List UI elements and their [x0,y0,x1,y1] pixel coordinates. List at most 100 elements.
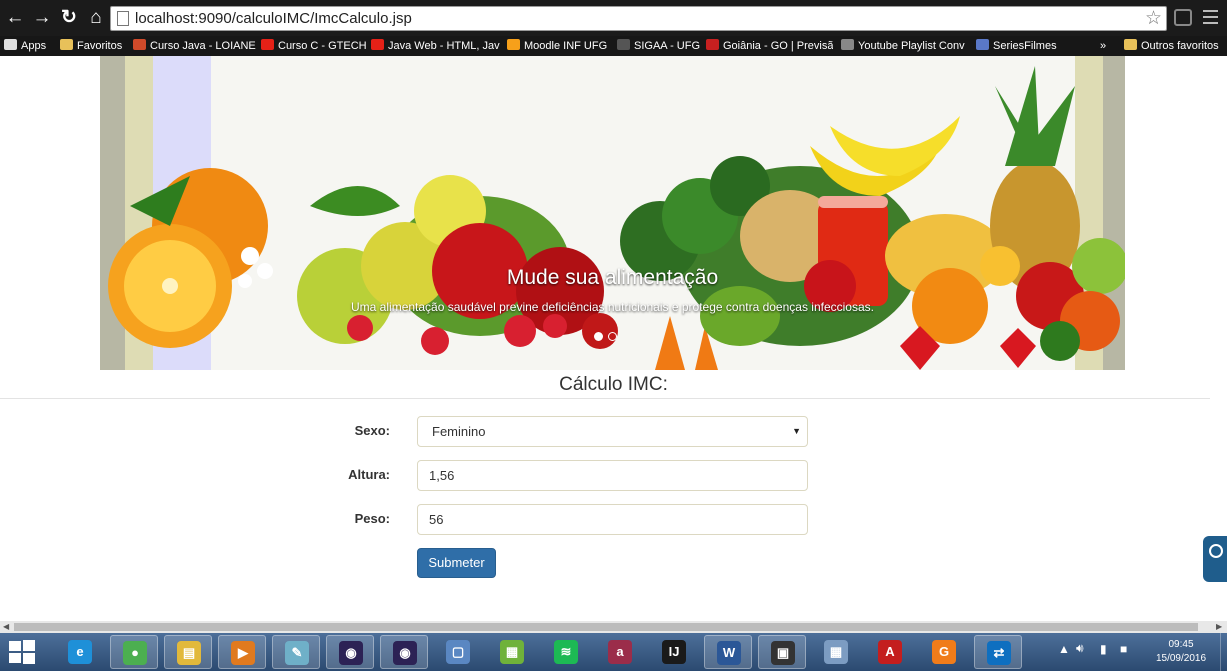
bookmark-item[interactable]: Apps [4,36,46,56]
bookmark-item[interactable]: Favoritos [60,36,122,56]
music-icon [841,39,854,50]
virtualbox-icon: ▢ [446,640,470,664]
bookmark-item[interactable]: » [1100,36,1106,56]
browser-toolbar: ← → ↻ ⌂ localhost:9090/calculoIMC/ImcCal… [0,0,1227,36]
media-player-icon: ▶ [231,641,255,665]
bookmark-label: Favoritos [77,40,123,52]
extension-icon[interactable] [1174,9,1192,26]
clock-date: 15/09/2016 [1155,653,1207,664]
taskbar-app-media-player[interactable]: ▶ [218,635,266,669]
chevron-down-icon: ▼ [792,426,801,436]
fruits-vegetables-image [108,66,1125,370]
acrobat-icon: A [878,640,902,664]
taskbar-app-spotify[interactable]: ≋ [542,635,590,669]
back-arrow-icon[interactable]: ← [3,6,27,30]
bookmark-item[interactable]: Goiânia - GO | Previsã [706,36,833,56]
clock[interactable]: 09:45 15/09/2016 [1146,638,1216,666]
page-icon [117,11,129,26]
apps-grid-icon [4,39,17,50]
taskbar-app-calculator[interactable]: ▦ [812,635,860,669]
taskbar-app-foxit-pdf[interactable]: G [920,635,968,669]
peso-input[interactable]: 56 [417,504,808,535]
spotify-icon: ≋ [554,640,578,664]
bookmark-label: Moodle INF UFG [524,40,608,52]
bookmark-label: SIGAA - UFG [634,40,701,52]
scroll-left-icon[interactable]: ◀ [3,621,9,633]
bookmark-item[interactable]: SIGAA - UFG [617,36,700,56]
bookmark-item[interactable]: Youtube Playlist Conv [841,36,965,56]
bookmarks-bar: Apps Favoritos Curso Java - LOIANE Curso C … [0,36,1227,56]
bookmark-item[interactable]: Outros favoritos [1124,36,1219,56]
address-bar[interactable]: localhost:9090/calculoIMC/ImcCalculo.jsp… [110,6,1167,31]
bookmark-item[interactable]: Java Web - HTML, Jav [371,36,500,56]
tray-expand-icon[interactable]: ▲ [1058,642,1070,656]
sexo-select-value: Feminino [432,424,486,439]
taskbar-app-virtualbox[interactable]: ▢ [434,635,482,669]
bookmark-star-icon[interactable]: ☆ [1145,7,1162,30]
folder-icon [1124,39,1137,50]
internet-explorer-icon: e [68,640,92,664]
taskbar-app-astah[interactable]: a [596,635,644,669]
eclipse-2-icon: ◉ [393,641,417,665]
scroll-right-icon[interactable]: ▶ [1216,621,1222,633]
bookmark-item[interactable]: Curso Java - LOIANE [133,36,256,56]
bookmark-label: Youtube Playlist Conv [858,40,965,52]
taskbar-app-console[interactable]: ▣ [758,635,806,669]
taskbar-app-acrobat[interactable]: A [866,635,914,669]
taskbar-app-teamviewer[interactable]: ⇄ [974,635,1022,669]
teamviewer-icon: ⇄ [987,641,1011,665]
moodle-icon [507,39,520,50]
menu-icon[interactable] [1203,10,1218,24]
bookmark-label: SeriesFilmes [993,40,1057,52]
taskbar-app-chrome[interactable]: ● [110,635,158,669]
scrollbar-thumb[interactable] [14,623,1198,631]
youtube-icon [261,39,274,50]
network-icon[interactable]: ▮ [1100,642,1107,656]
sexo-select[interactable]: Feminino ▼ [417,416,808,447]
volume-icon[interactable]: 🔊︎ [1076,641,1084,656]
taskbar-app-microsoft-store[interactable]: ▦ [488,635,536,669]
bookmark-item[interactable]: SeriesFilmes [976,36,1057,56]
web-page: Mude sua alimentação Uma alimentação sau… [0,56,1227,621]
bookmark-label: Apps [21,40,47,52]
console-icon: ▣ [771,641,795,665]
url-text[interactable]: localhost:9090/calculoIMC/ImcCalculo.jsp [135,10,412,27]
taskbar-app-internet-explorer[interactable]: e [56,635,104,669]
power-icon[interactable]: ■ [1120,642,1127,656]
taskbar-app-notepad[interactable]: ✎ [272,635,320,669]
reload-icon[interactable]: ↻ [57,6,81,30]
microsoft-store-icon: ▦ [500,640,524,664]
carousel-indicator-1[interactable] [594,332,603,341]
clock-time: 09:45 [1168,639,1194,650]
forward-arrow-icon[interactable]: → [30,6,54,30]
divider [0,398,1210,399]
notepad-icon: ✎ [285,641,309,665]
taskbar-app-word[interactable]: W [704,635,752,669]
altura-input[interactable]: 1,56 [417,460,808,491]
windows-start-icon[interactable] [8,640,36,664]
altura-label: Altura: [348,467,390,482]
bookmark-label: Goiânia - GO | Previsã [723,40,834,52]
bookmark-label: Curso Java - LOIANE [150,40,256,52]
horizontal-scrollbar[interactable]: ◀ ▶ [0,621,1227,633]
carousel-title: Mude sua alimentação [506,266,719,289]
carousel-indicator-2[interactable] [608,332,617,341]
bookmark-item[interactable]: Curso C - GTECH [261,36,367,56]
bookmark-label: » [1100,40,1107,52]
taskbar-app-intellij[interactable]: IJ [650,635,698,669]
home-icon[interactable]: ⌂ [84,6,108,30]
form-title: Cálculo IMC: [559,374,668,395]
carousel-indicators [594,328,622,346]
taskbar-app-eclipse-2[interactable]: ◉ [380,635,428,669]
taskbar-app-file-explorer[interactable]: ▤ [164,635,212,669]
intellij-icon: IJ [662,640,686,664]
show-desktop-button[interactable] [1220,633,1227,671]
weather-icon [706,39,719,50]
taskbar-app-eclipse[interactable]: ◉ [326,635,374,669]
code-icon [133,39,146,50]
bookmark-item[interactable]: Moodle INF UFG [507,36,607,56]
submit-button[interactable]: Submeter [417,548,496,578]
peso-label: Peso: [354,511,390,526]
windows-taskbar: e ● ▤ ▶ ✎ ◉ ◉ ▢ ▦ ≋ a IJ W ▣ ▦ A G ⇄ ▲ 🔊︎ ▮ ■ 09:45 15/09… [0,633,1227,671]
teamviewer-side-tab[interactable] [1203,536,1227,582]
